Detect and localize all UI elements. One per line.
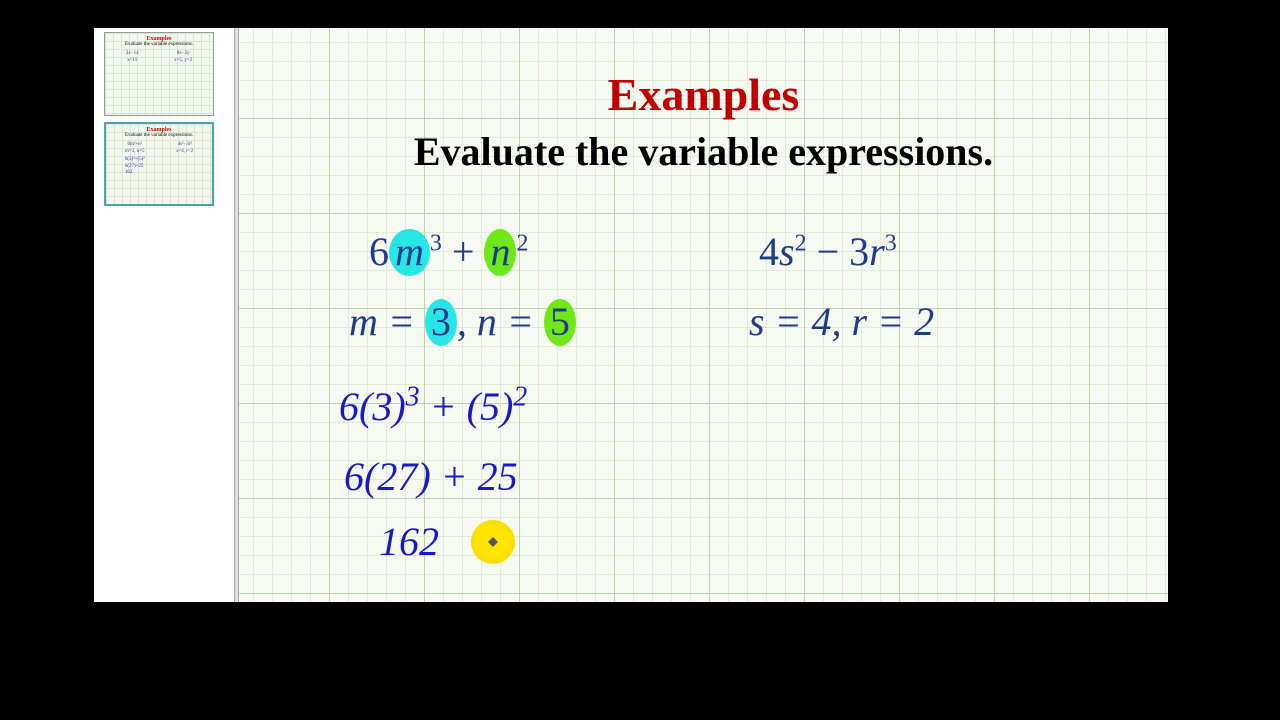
- exponent: 2: [516, 231, 528, 257]
- hw-text: + (5): [420, 384, 514, 429]
- var-m-highlight: m: [389, 229, 430, 276]
- coef: 4: [759, 229, 779, 274]
- thumb-text: 6m³+n²: [125, 142, 145, 149]
- exponent: 3: [885, 231, 897, 257]
- coef: 3: [849, 229, 869, 274]
- exponent: 3: [430, 231, 442, 257]
- operator: −: [807, 229, 850, 274]
- thumb-text: s=4, r=2: [176, 149, 193, 156]
- hw-exponent: 3: [406, 382, 420, 413]
- thumb-handwriting: 6(3)³+(5)² 6(27)+25 162: [125, 157, 145, 177]
- handwriting-line-1: 6(3)3 + (5)2: [339, 383, 527, 431]
- text: m =: [349, 299, 425, 344]
- thumb-text: x=11: [126, 58, 139, 65]
- thumb-subtitle: Evaluate the variable expressions.: [108, 42, 210, 47]
- coef: 6: [369, 229, 389, 274]
- var-n-highlight: n: [484, 229, 516, 276]
- slide-thumbnail-1[interactable]: Examples Evaluate the variable expressio…: [104, 32, 214, 116]
- operator: +: [442, 229, 485, 274]
- thumb-text: x=5, y=2: [174, 58, 192, 65]
- expression-2: 4s2 − 3r3: [759, 228, 897, 275]
- value-m-highlight: 3: [425, 299, 457, 346]
- value-n-highlight: 5: [544, 299, 576, 346]
- text: , n =: [457, 299, 544, 344]
- expression-1: 6m3 + n2: [369, 228, 528, 275]
- slide-thumbnail-2[interactable]: Examples Evaluate the variable expressio…: [104, 122, 214, 206]
- handwriting-line-3: 162: [379, 518, 439, 566]
- slide-subtitle: Evaluate the variable expressions.: [239, 128, 1168, 175]
- values-2: s = 4, r = 2: [749, 298, 934, 345]
- slide-thumbnail-panel: Examples Evaluate the variable expressio…: [94, 28, 234, 602]
- thumb-text: 8x−2y: [174, 51, 192, 58]
- thumb-subtitle: Evaluate the variable expressions.: [109, 133, 209, 138]
- thumb-text: m=3, n=5: [125, 149, 145, 156]
- var: s: [779, 229, 795, 274]
- thumb-text: 3x−14: [126, 51, 139, 58]
- hw-text: 6(3): [339, 384, 406, 429]
- handwriting-line-2: 6(27) + 25: [344, 453, 518, 501]
- hw-exponent: 2: [513, 382, 527, 413]
- slide-title: Examples: [239, 68, 1168, 121]
- thumb-text: 4s²−3r³: [176, 142, 193, 149]
- cursor-highlight-icon: [471, 520, 515, 564]
- exponent: 2: [795, 231, 807, 257]
- var: r: [869, 229, 885, 274]
- values-1: m = 3, n = 5: [349, 298, 576, 345]
- slide-canvas: Examples Evaluate the variable expressio…: [239, 28, 1168, 602]
- app-window: Examples Evaluate the variable expressio…: [94, 28, 1168, 602]
